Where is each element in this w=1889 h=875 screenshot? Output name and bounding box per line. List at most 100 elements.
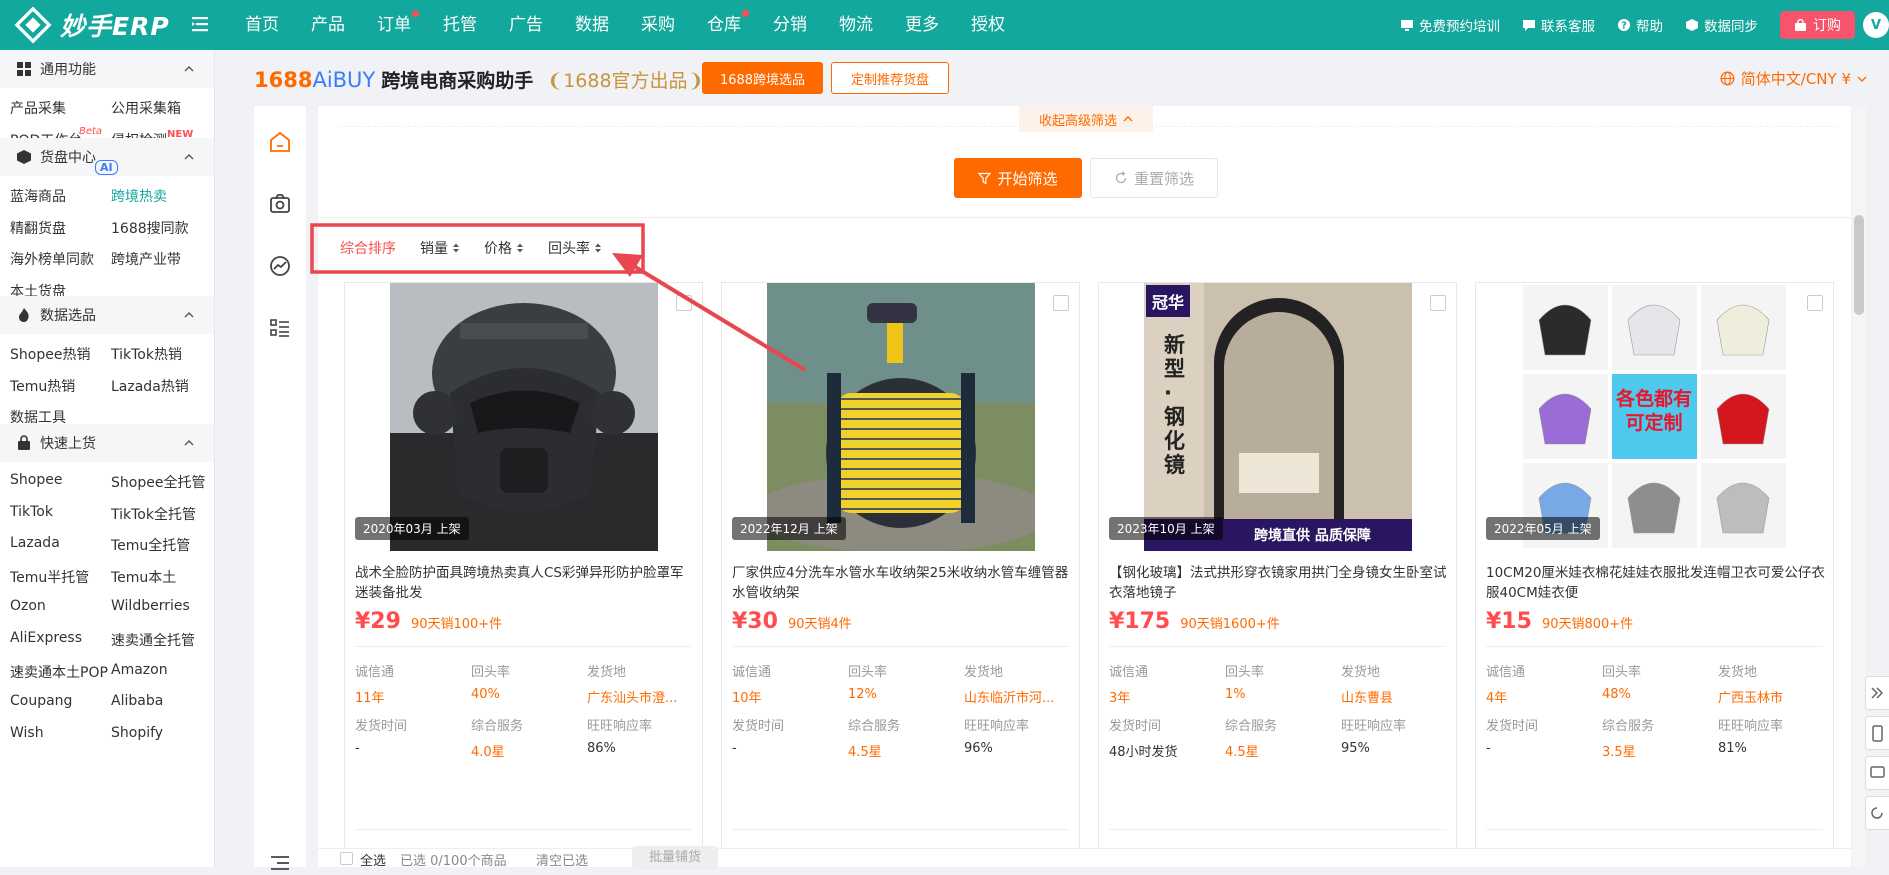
product-image[interactable] bbox=[390, 283, 658, 551]
image-search-icon[interactable] bbox=[268, 192, 292, 216]
nav-item-1[interactable]: 产品 bbox=[295, 0, 361, 50]
menu-toggle-icon[interactable] bbox=[190, 14, 210, 34]
beta-tag: Beta bbox=[79, 126, 103, 137]
sidebar-item[interactable]: 海外榜单同款 bbox=[10, 249, 94, 269]
sidebar-item[interactable]: Shopee全托管 bbox=[111, 472, 205, 492]
product-image[interactable]: 各色都有 可定制 bbox=[1521, 283, 1789, 551]
nav-item-8[interactable]: 分销 bbox=[757, 0, 823, 50]
product-card[interactable]: 冠华 新型·钢化镜 跨境直供 品质保障 2023年10月 上架 【钢化玻璃】法式拱形穿衣… bbox=[1098, 282, 1457, 867]
help-link[interactable]: ? 帮助 bbox=[1617, 15, 1663, 35]
sidebar-item[interactable]: Shopee热销 bbox=[10, 344, 90, 364]
product-image[interactable]: 冠华 新型·钢化镜 跨境直供 品质保障 bbox=[1144, 283, 1412, 551]
nav-item-11[interactable]: 授权 bbox=[955, 0, 1021, 50]
sidebar-item[interactable]: Temu本土 bbox=[111, 567, 176, 587]
sidebar-item[interactable]: Alibaba bbox=[111, 693, 163, 709]
batch-publish-button[interactable]: 批量铺货 bbox=[632, 846, 718, 870]
app-logo[interactable]: 妙手ERP bbox=[14, 6, 170, 44]
nav-item-6[interactable]: 采购 bbox=[625, 0, 691, 50]
float-mobile-tool[interactable] bbox=[1865, 716, 1889, 750]
sidebar-item[interactable]: 蓝海商品 bbox=[10, 186, 66, 206]
metric-label: 发货时间 bbox=[732, 719, 785, 734]
home-icon[interactable] bbox=[268, 130, 292, 154]
nav-item-5[interactable]: 数据 bbox=[559, 0, 625, 50]
product-card[interactable]: 2022年12月 上架 厂家供应4分洗车水管水车收纳架25米收纳水管车缠管器水管收… bbox=[721, 282, 1080, 867]
user-avatar[interactable]: V bbox=[1863, 12, 1889, 38]
sidebar-item[interactable]: 跨境产业带 bbox=[111, 249, 181, 269]
sidebar-section-2[interactable]: 数据选品 bbox=[0, 296, 214, 334]
sidebar-item[interactable]: TikTok全托管 bbox=[111, 504, 196, 524]
sidebar-item[interactable]: 1688搜同款 bbox=[111, 218, 189, 238]
list-icon[interactable] bbox=[268, 316, 292, 340]
sidebar-item[interactable]: Shopee bbox=[10, 472, 62, 488]
sort-2[interactable]: 价格 bbox=[484, 238, 524, 258]
language-currency-selector[interactable]: 简体中文/CNY ¥ bbox=[1720, 68, 1867, 89]
sidebar-item[interactable]: Lazada热销 bbox=[111, 376, 189, 396]
nav-item-10[interactable]: 更多 bbox=[889, 0, 955, 50]
sidebar-item[interactable]: Temu热销 bbox=[10, 376, 75, 396]
start-filter-button[interactable]: 开始筛选 bbox=[954, 158, 1082, 198]
reset-filter-button[interactable]: 重置筛选 bbox=[1090, 158, 1218, 198]
support-link[interactable]: 联系客服 bbox=[1522, 15, 1595, 35]
sidebar-item[interactable]: Wish bbox=[10, 725, 44, 741]
product-checkbox[interactable] bbox=[1053, 295, 1069, 311]
sidebar-item[interactable]: 速卖通全托管 bbox=[111, 630, 195, 650]
collapse-menu-icon[interactable] bbox=[268, 851, 292, 875]
order-button[interactable]: 订购 bbox=[1780, 11, 1855, 39]
image-center-text: 各色都有 可定制 bbox=[1615, 388, 1692, 434]
nav-item-0[interactable]: 首页 bbox=[229, 0, 295, 50]
sort-0[interactable]: 综合排序 bbox=[340, 238, 396, 258]
product-checkbox[interactable] bbox=[1807, 295, 1823, 311]
sidebar-item[interactable]: Coupang bbox=[10, 693, 72, 709]
product-checkbox[interactable] bbox=[1430, 295, 1446, 311]
custom-recommend-button[interactable]: 定制推荐货盘 bbox=[831, 62, 949, 94]
sort-1[interactable]: 销量 bbox=[420, 238, 460, 258]
select-all-checkbox[interactable] bbox=[340, 852, 353, 865]
sidebar-item[interactable]: 精翻货盘 bbox=[10, 218, 66, 238]
sales-volume: 90天销100+件 bbox=[410, 617, 503, 632]
sidebar-item[interactable]: 跨境热卖 bbox=[111, 186, 167, 206]
scrollbar-thumb[interactable] bbox=[1854, 215, 1864, 315]
float-expand-tool[interactable] bbox=[1865, 676, 1889, 710]
sidebar-item[interactable]: Wildberries bbox=[111, 598, 190, 614]
product-title[interactable]: 【钢化玻璃】法式拱形穿衣镜家用拱门全身镜女生卧室试衣落地镜子 bbox=[1109, 563, 1449, 603]
sync-link[interactable]: 数据同步 bbox=[1685, 15, 1758, 35]
nav-item-2[interactable]: 订单 bbox=[361, 0, 427, 50]
sort-3[interactable]: 回头率 bbox=[548, 238, 602, 258]
collapse-filter-toggle[interactable]: 收起高级筛选 bbox=[1019, 106, 1153, 132]
reset-filter-label: 重置筛选 bbox=[1133, 169, 1194, 188]
nav-item-9[interactable]: 物流 bbox=[823, 0, 889, 50]
sidebar-item[interactable]: Temu半托管 bbox=[10, 567, 89, 587]
product-title[interactable]: 战术全脸防护面具跨境热卖真人CS彩弹异形防护脸罩军迷装备批发 bbox=[355, 563, 695, 603]
sidebar-item[interactable]: TikTok bbox=[10, 504, 53, 520]
float-refresh-tool[interactable] bbox=[1865, 796, 1889, 830]
training-link[interactable]: 免费预约培训 bbox=[1400, 15, 1500, 35]
product-title[interactable]: 厂家供应4分洗车水管水车收纳架25米收纳水管车缠管器水管收纳架 bbox=[732, 563, 1072, 603]
metric-label: 回头率 bbox=[848, 665, 888, 680]
clear-selection-link[interactable]: 清空已选 bbox=[536, 850, 588, 869]
sidebar-item[interactable]: Lazada bbox=[10, 535, 60, 551]
product-title[interactable]: 10CM20厘米娃衣棉花娃娃衣服批发连帽卫衣可爱公仔衣服40CM娃衣便 bbox=[1486, 563, 1826, 603]
logo-icon bbox=[14, 6, 52, 44]
cross-border-select-button[interactable]: 1688跨境选品 bbox=[702, 62, 823, 94]
product-checkbox[interactable] bbox=[676, 295, 692, 311]
nav-item-4[interactable]: 广告 bbox=[493, 0, 559, 50]
sidebar-item[interactable]: Shopify bbox=[111, 725, 163, 741]
sidebar-item[interactable]: TikTok热销 bbox=[111, 344, 182, 364]
sidebar-item[interactable]: 公用采集箱 bbox=[111, 98, 181, 118]
sidebar-section-0[interactable]: 通用功能 bbox=[0, 50, 214, 88]
sidebar-item[interactable]: 速卖通本土POP bbox=[10, 662, 108, 682]
product-image[interactable] bbox=[767, 283, 1035, 551]
double-chevron-right-icon bbox=[1871, 687, 1884, 699]
sidebar-item[interactable]: Temu全托管 bbox=[111, 535, 190, 555]
nav-item-3[interactable]: 托管 bbox=[427, 0, 493, 50]
product-card[interactable]: 2020年03月 上架 战术全脸防护面具跨境热卖真人CS彩弹异形防护脸罩军迷装备批… bbox=[344, 282, 703, 867]
nav-item-7[interactable]: 仓库 bbox=[691, 0, 757, 50]
product-card[interactable]: 各色都有 可定制 2022年05月 上架 10CM20厘米娃衣棉花娃娃衣服批发连帽卫… bbox=[1475, 282, 1834, 867]
sidebar-item[interactable]: Amazon bbox=[111, 662, 168, 678]
sidebar-section-3[interactable]: 快速上货 bbox=[0, 424, 214, 462]
trend-icon[interactable] bbox=[268, 254, 292, 278]
float-message-tool[interactable] bbox=[1865, 756, 1889, 790]
sidebar-item[interactable]: 产品采集 bbox=[10, 98, 66, 118]
sidebar-item[interactable]: Ozon bbox=[10, 598, 46, 614]
sidebar-item[interactable]: AliExpress bbox=[10, 630, 82, 646]
